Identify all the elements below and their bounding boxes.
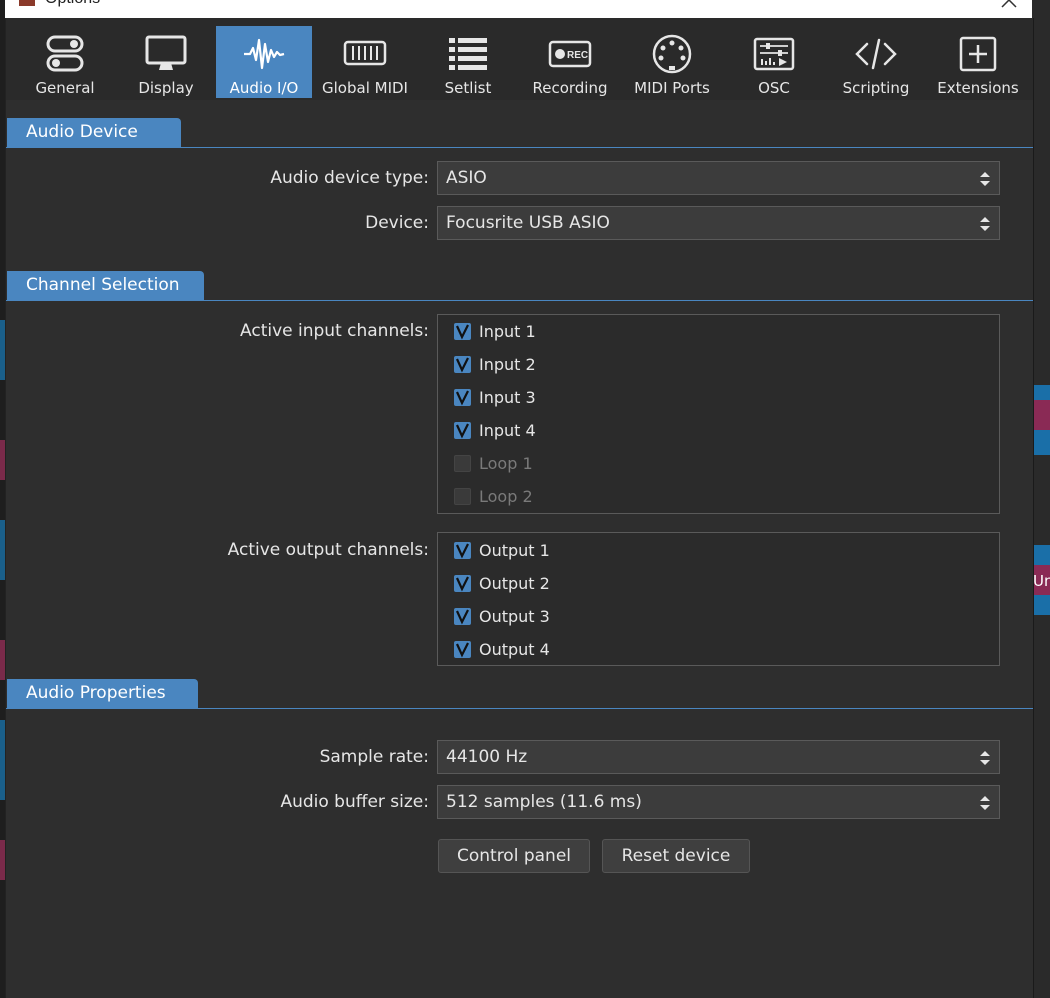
tab-label: Display <box>138 79 194 97</box>
tab-audio-io[interactable]: Audio I/O <box>216 26 312 98</box>
monitor-icon <box>145 35 187 70</box>
active-input-channels-label: Active input channels: <box>240 321 429 341</box>
plus-square-icon <box>959 36 997 72</box>
checkbox-disabled <box>454 455 471 472</box>
device-label: Device: <box>365 213 429 233</box>
tab-extensions[interactable]: Extensions <box>926 26 1030 98</box>
check-icon <box>455 576 469 592</box>
section-header: Audio Properties <box>7 679 198 708</box>
check-icon <box>455 324 469 340</box>
section-divider <box>6 708 1033 709</box>
select-value: Focusrite USB ASIO <box>446 213 610 233</box>
reset-device-button[interactable]: Reset device <box>602 839 750 873</box>
audio-device-type-select[interactable]: ASIO <box>437 161 1000 195</box>
tab-global-midi[interactable]: Global MIDI <box>312 26 418 98</box>
toggle-icon <box>46 35 84 72</box>
tab-scripting[interactable]: Scripting <box>826 26 926 98</box>
section-divider <box>6 300 1033 301</box>
close-icon[interactable] <box>999 0 1019 13</box>
input-channels-list: Input 1 Input 2 Input 3 Input 4 Loop 1 L… <box>437 314 1000 514</box>
tab-label: MIDI Ports <box>634 79 710 97</box>
section-audio-properties: Audio Properties <box>6 679 1033 709</box>
sample-rate-select[interactable]: 44100 Hz <box>437 740 1000 774</box>
tab-label: Scripting <box>842 79 910 97</box>
audio-device-type-label: Audio device type: <box>270 168 429 188</box>
waveform-icon <box>244 38 285 70</box>
active-output-channels-label: Active output channels: <box>227 540 429 560</box>
tab-label: General <box>35 79 95 97</box>
tab-midi-ports[interactable]: MIDI Ports <box>622 26 722 98</box>
options-window: General Display Audio I/O Global MIDI Se… <box>5 18 1034 998</box>
checkbox-label: Output 3 <box>479 607 550 626</box>
checkbox-label: Output 2 <box>479 574 550 593</box>
check-icon <box>455 642 469 658</box>
tab-recording[interactable]: REC Recording <box>518 26 622 98</box>
checkbox-checked[interactable] <box>454 575 471 592</box>
checkbox-checked[interactable] <box>454 323 471 340</box>
check-icon <box>455 423 469 439</box>
code-icon <box>855 38 897 70</box>
check-icon <box>455 390 469 406</box>
section-header: Audio Device <box>7 118 181 147</box>
keyboard-icon <box>343 40 387 66</box>
tab-general[interactable]: General <box>14 26 116 98</box>
audio-buffer-size-select[interactable]: 512 samples (11.6 ms) <box>437 785 1000 819</box>
checkbox-checked[interactable] <box>454 389 471 406</box>
checkbox-label: Input 4 <box>479 421 536 440</box>
checkbox-checked[interactable] <box>454 356 471 373</box>
tab-label: OSC <box>758 79 790 97</box>
tab-display[interactable]: Display <box>116 26 216 98</box>
checkbox-checked[interactable] <box>454 422 471 439</box>
updown-arrows-icon <box>980 796 990 810</box>
check-icon <box>455 357 469 373</box>
updown-arrows-icon <box>980 751 990 765</box>
tab-label: Setlist <box>444 79 492 97</box>
updown-arrows-icon <box>980 217 990 231</box>
check-icon <box>455 609 469 625</box>
audio-buffer-size-label: Audio buffer size: <box>280 792 429 812</box>
check-icon <box>455 543 469 559</box>
checkbox-label: Input 1 <box>479 322 536 341</box>
section-divider <box>6 147 1033 148</box>
rec-icon: REC <box>548 40 592 68</box>
checkbox-label: Input 3 <box>479 388 536 407</box>
section-audio-device: Audio Device <box>6 118 1033 148</box>
checkbox-label: Loop 2 <box>479 487 533 506</box>
updown-arrows-icon <box>980 172 990 186</box>
checkbox-checked[interactable] <box>454 608 471 625</box>
midi-connector-icon <box>652 34 692 74</box>
svg-text:REC: REC <box>567 50 588 61</box>
tab-label: Audio I/O <box>229 79 299 97</box>
tab-label: Recording <box>532 79 608 97</box>
checkbox-label: Input 2 <box>479 355 536 374</box>
app-icon <box>19 0 35 6</box>
tab-osc[interactable]: OSC <box>722 26 826 98</box>
select-value: 512 samples (11.6 ms) <box>446 792 642 812</box>
background-partial-text: Un <box>1033 572 1050 590</box>
tab-label: Extensions <box>937 79 1019 97</box>
window-title: Options <box>45 0 100 8</box>
tab-label: Global MIDI <box>322 79 408 97</box>
background-app-right <box>1032 0 1050 998</box>
sliders-icon <box>753 37 795 71</box>
device-select[interactable]: Focusrite USB ASIO <box>437 206 1000 240</box>
title-bar: Options <box>5 0 1032 18</box>
checkbox-disabled <box>454 488 471 505</box>
section-channel-selection: Channel Selection <box>6 271 1033 301</box>
tab-setlist[interactable]: Setlist <box>418 26 518 98</box>
sample-rate-label: Sample rate: <box>319 747 429 767</box>
checkbox-label: Loop 1 <box>479 454 533 473</box>
control-panel-button[interactable]: Control panel <box>438 839 590 873</box>
select-value: 44100 Hz <box>446 747 528 767</box>
checkbox-label: Output 1 <box>479 541 550 560</box>
checkbox-label: Output 4 <box>479 640 550 659</box>
checkbox-checked[interactable] <box>454 641 471 658</box>
options-toolbar: General Display Audio I/O Global MIDI Se… <box>6 18 1033 100</box>
checkbox-checked[interactable] <box>454 542 471 559</box>
select-value: ASIO <box>446 168 487 188</box>
section-header: Channel Selection <box>7 271 204 300</box>
list-icon <box>449 38 487 70</box>
output-channels-list: Output 1 Output 2 Output 3 Output 4 <box>437 532 1000 666</box>
